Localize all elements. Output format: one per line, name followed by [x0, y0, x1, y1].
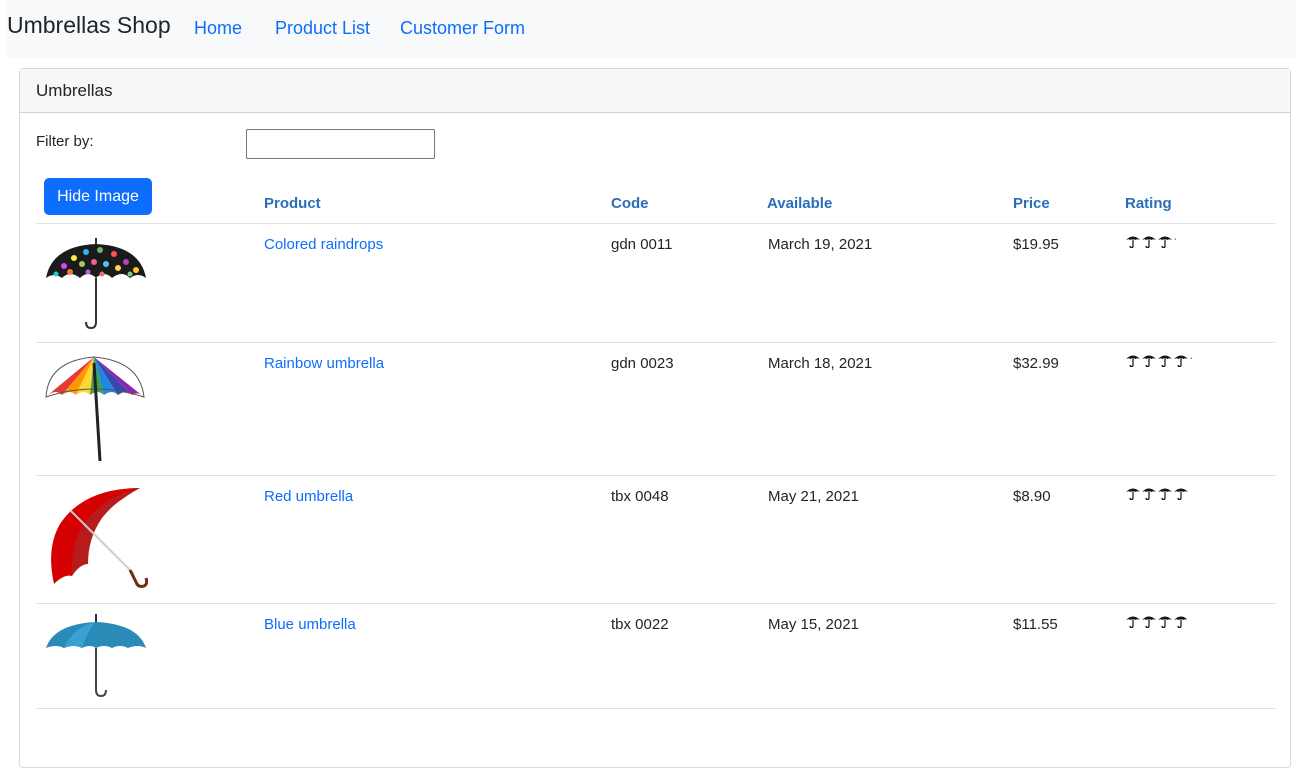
products-card: Umbrellas Filter by: Hide Image Product …: [19, 68, 1291, 768]
column-header-available[interactable]: Available: [767, 195, 832, 212]
table-row: Blue umbrella tbx 0022 May 15, 2021 $11.…: [36, 604, 1275, 709]
table-row: Rainbow umbrella gdn 0023 March 18, 2021…: [36, 343, 1275, 476]
product-available: May 15, 2021: [768, 616, 859, 633]
rating-umbrella-icon: [1125, 486, 1141, 500]
product-link[interactable]: Rainbow umbrella: [264, 355, 384, 372]
rating-umbrella-icon: [1157, 353, 1173, 367]
navbar: Umbrellas Shop Home Product List Custome…: [7, 0, 1296, 57]
column-header-rating[interactable]: Rating: [1125, 195, 1172, 212]
rating-umbrella-icon: [1157, 234, 1173, 248]
rating-umbrella-icon: [1173, 353, 1189, 367]
rating-umbrella-icon: [1189, 353, 1192, 367]
rating-umbrella-icon: [1125, 353, 1141, 367]
product-link[interactable]: Colored raindrops: [264, 236, 383, 253]
product-available: March 19, 2021: [768, 236, 873, 253]
table-row: Red umbrella tbx 0048 May 21, 2021 $8.90: [36, 476, 1275, 604]
product-code: tbx 0048: [611, 488, 669, 505]
product-link[interactable]: Red umbrella: [264, 488, 353, 505]
rating-stars: [1125, 234, 1176, 248]
rating-umbrella-icon: [1125, 234, 1141, 248]
column-header-code[interactable]: Code: [611, 195, 649, 212]
rating-stars: [1125, 486, 1189, 500]
rating-umbrella-icon: [1125, 614, 1141, 628]
product-price: $32.99: [1013, 355, 1059, 372]
blue-umbrella-image: [46, 614, 146, 698]
rating-umbrella-icon: [1157, 614, 1173, 628]
rainbow-umbrella-image: [45, 356, 145, 462]
rating-umbrella-icon: [1141, 614, 1157, 628]
product-price: $19.95: [1013, 236, 1059, 253]
table-row: Colored raindrops gdn 0011 March 19, 202…: [36, 224, 1275, 343]
product-price: $11.55: [1013, 616, 1058, 633]
card-header: Umbrellas: [20, 69, 1290, 113]
brand-title[interactable]: Umbrellas Shop: [7, 12, 171, 39]
rating-umbrella-icon: [1173, 486, 1189, 500]
product-code: gdn 0011: [611, 236, 673, 253]
column-header-price[interactable]: Price: [1013, 195, 1050, 212]
product-price: $8.90: [1013, 488, 1051, 505]
rating-umbrella-icon: [1141, 234, 1157, 248]
rating-umbrella-icon: [1141, 486, 1157, 500]
rating-umbrella-icon: [1173, 234, 1176, 248]
rating-umbrella-icon: [1141, 353, 1157, 367]
nav-link-product-list[interactable]: Product List: [275, 18, 370, 39]
product-available: May 21, 2021: [768, 488, 859, 505]
rating-umbrella-icon: [1173, 614, 1187, 628]
product-available: March 18, 2021: [768, 355, 873, 372]
rating-stars: [1125, 353, 1192, 367]
colored-raindrops-umbrella-image: [46, 238, 146, 330]
product-link[interactable]: Blue umbrella: [264, 616, 356, 633]
column-header-product[interactable]: Product: [264, 195, 321, 212]
nav-link-home[interactable]: Home: [194, 18, 242, 39]
nav-link-customer-form[interactable]: Customer Form: [400, 18, 525, 39]
filter-input[interactable]: [246, 129, 435, 159]
hide-image-button[interactable]: Hide Image: [44, 178, 152, 215]
filter-label: Filter by:: [36, 133, 94, 150]
red-umbrella-image: [51, 488, 148, 588]
product-code: gdn 0023: [611, 355, 674, 372]
product-code: tbx 0022: [611, 616, 669, 633]
rating-umbrella-icon: [1157, 486, 1173, 500]
rating-stars: [1125, 614, 1187, 628]
